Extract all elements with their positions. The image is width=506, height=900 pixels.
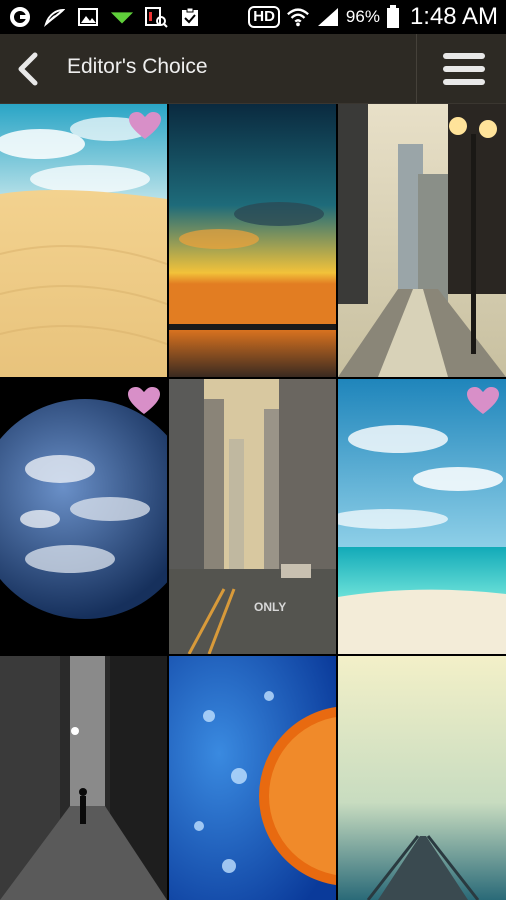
wallpaper-grid: ONLY <box>0 104 506 900</box>
wallpaper-sunset-lake[interactable] <box>169 104 336 377</box>
back-arrow-icon[interactable] <box>12 50 44 88</box>
divider <box>416 34 417 103</box>
wallpaper-tropical-beach[interactable] <box>338 379 506 654</box>
status-bar: HD 96% 1:48 AM <box>0 0 506 34</box>
wallpaper-orange-splash[interactable] <box>169 656 336 900</box>
wallpaper-dark-alley[interactable] <box>0 656 167 900</box>
signal-icon <box>316 5 340 29</box>
wallpaper-city-street-lamps[interactable] <box>338 104 506 377</box>
clock: 1:48 AM <box>409 3 498 30</box>
menu-icon[interactable] <box>432 46 496 92</box>
page-title: Editor's Choice <box>67 55 208 78</box>
battery-icon <box>386 5 400 29</box>
wallpaper-desert-dunes[interactable] <box>0 104 167 377</box>
favorite-heart-icon[interactable] <box>466 387 500 415</box>
sync-icon <box>8 5 32 29</box>
wallpaper-city-only-road[interactable]: ONLY <box>169 379 336 654</box>
screenshot-icon <box>144 5 168 29</box>
action-bar: Editor's Choice <box>0 34 506 105</box>
wifi-icon <box>286 5 310 29</box>
clipboard-check-icon <box>178 5 202 29</box>
favorite-heart-icon[interactable] <box>128 112 162 140</box>
download-icon <box>110 5 134 29</box>
svg-text:ONLY: ONLY <box>254 600 286 614</box>
battery-percent: 96% <box>345 7 380 26</box>
leaf-icon <box>42 5 66 29</box>
wallpaper-earth-globe[interactable] <box>0 379 167 654</box>
wallpaper-pier-sea[interactable] <box>338 656 506 900</box>
image-icon <box>76 5 100 29</box>
favorite-heart-icon[interactable] <box>127 387 161 415</box>
hd-badge: HD <box>248 6 280 28</box>
